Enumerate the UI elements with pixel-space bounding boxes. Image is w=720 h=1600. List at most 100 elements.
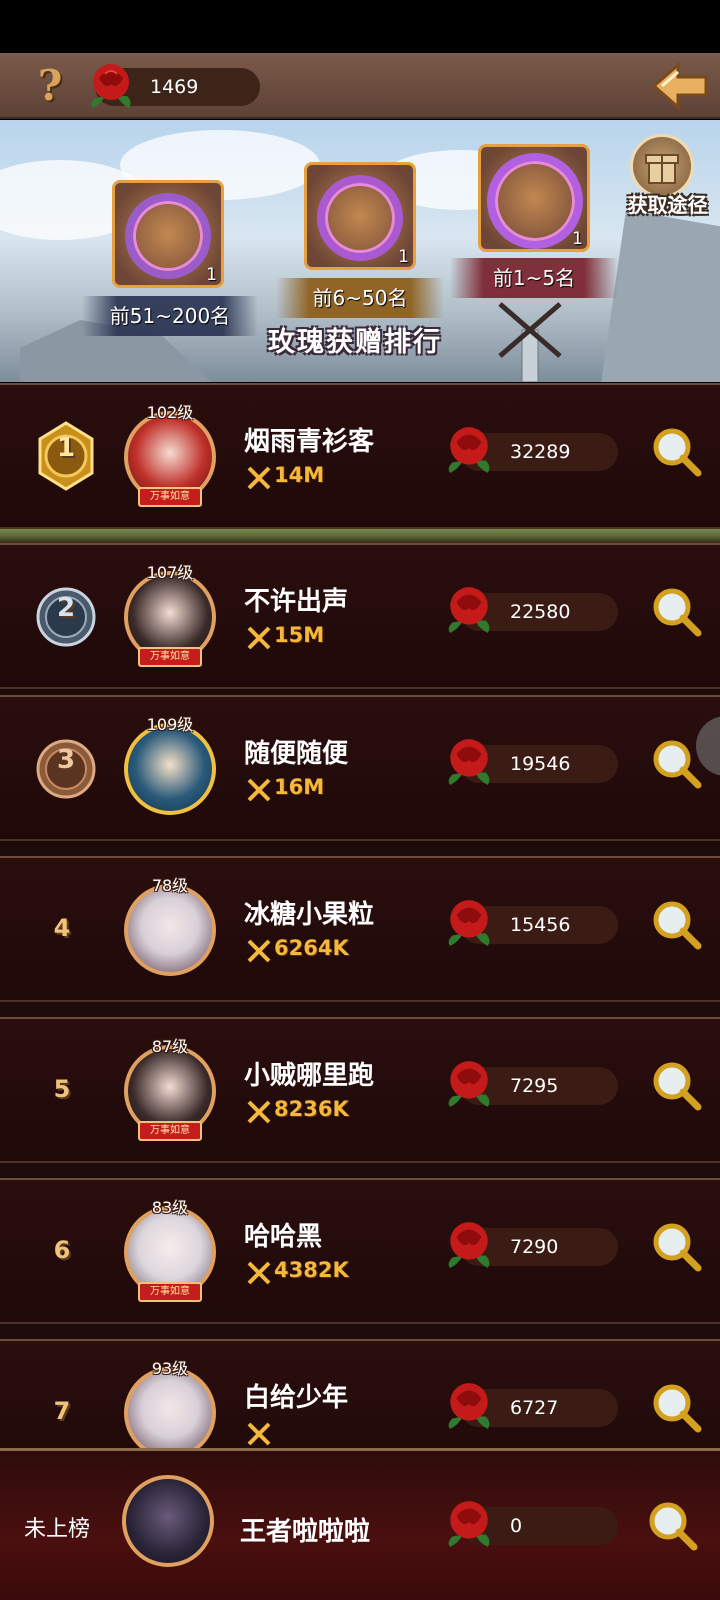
magnifier-icon[interactable] xyxy=(650,1383,702,1433)
rose-icon xyxy=(448,739,490,785)
rank-number: 3 xyxy=(56,745,76,775)
ranking-row: 7 93级 白给少年 6727 xyxy=(0,1339,720,1448)
rank-number: 7 xyxy=(53,1397,71,1425)
player-name: 小贼哪里跑 xyxy=(244,1061,375,1091)
rose-score: 32289 xyxy=(448,427,618,473)
rose-icon xyxy=(448,587,490,633)
obtain-method-label: 获取途径 xyxy=(627,193,708,217)
rank-label-6-50: 前6~50名 xyxy=(276,278,444,318)
rose-count: 1469 xyxy=(150,76,199,98)
rose-score-value: 0 xyxy=(510,1515,523,1537)
player-avatar[interactable]: 107级 万事如意 xyxy=(120,563,220,667)
avatar xyxy=(124,1367,216,1448)
rose-icon xyxy=(448,1222,490,1268)
avatar-tag: 万事如意 xyxy=(138,647,202,667)
magnifier-icon[interactable] xyxy=(650,587,702,637)
player-level: 78级 xyxy=(151,876,189,895)
reward-count: 1 xyxy=(206,265,217,285)
combat-power-value: 6264K xyxy=(274,936,349,960)
rose-score-value: 6727 xyxy=(510,1397,559,1419)
rose-score-value: 7295 xyxy=(510,1075,559,1097)
ranking-list[interactable]: 1 102级 万事如意 烟雨青衫客 14M 32289 2 107级 万事如意 … xyxy=(0,383,720,1448)
player-avatar[interactable]: 102级 万事如意 xyxy=(120,403,220,507)
player-name: 白给少年 xyxy=(244,1383,349,1413)
rank-label-51-200: 前51~200名 xyxy=(82,296,258,336)
banner-title: 玫瑰获赠排行 xyxy=(268,327,442,358)
crossed-swords-icon xyxy=(247,1261,271,1285)
magnifier-icon[interactable] xyxy=(650,1222,702,1272)
rose-icon xyxy=(448,1383,490,1429)
reward-count: 1 xyxy=(398,247,409,267)
rose-score-value: 22580 xyxy=(510,601,571,623)
avatar-tag: 万事如意 xyxy=(138,1121,202,1141)
magnifier-icon[interactable] xyxy=(650,900,702,950)
rose-score: 15456 xyxy=(448,900,618,946)
rose-score: 6727 xyxy=(448,1383,618,1429)
ranking-row: 6 83级 万事如意 哈哈黑 4382K 7290 xyxy=(0,1178,720,1324)
combat-power-value: 14M xyxy=(274,463,325,487)
avatar-tag: 万事如意 xyxy=(138,487,202,507)
combat-power-value: 16M xyxy=(274,775,325,799)
player-name: 不许出声 xyxy=(244,587,349,617)
magnifier-icon[interactable] xyxy=(650,739,702,789)
rose-score-value: 32289 xyxy=(510,441,571,463)
reward-frame-6-50[interactable]: 1 xyxy=(304,162,416,270)
magnifier-icon[interactable] xyxy=(650,427,702,477)
reward-count: 1 xyxy=(572,229,583,249)
reward-banner: 1 前51~200名 1 前6~50名 1 前1~5名 玫瑰获赠排行 获取途径 xyxy=(0,120,720,382)
rose-icon xyxy=(448,900,490,946)
player-level: 87级 xyxy=(151,1037,189,1056)
rank-label-1-5: 前1~5名 xyxy=(450,258,618,298)
rose-score-value: 7290 xyxy=(510,1236,559,1258)
rank-number: 2 xyxy=(56,593,76,623)
player-avatar[interactable]: 87级 万事如意 xyxy=(120,1037,220,1141)
player-avatar[interactable]: 93级 xyxy=(120,1359,220,1448)
rank-number: 6 xyxy=(53,1236,71,1264)
my-rank-bar: 未上榜 王者啦啦啦 0 xyxy=(0,1448,720,1600)
ranking-row: 4 78级 冰糖小果粒 6264K 15456 xyxy=(0,856,720,1002)
reward-frame-1-5[interactable]: 1 xyxy=(478,144,590,252)
help-icon[interactable]: ? xyxy=(30,63,70,109)
reward-frame-51-200[interactable]: 1 xyxy=(112,180,224,288)
avatar xyxy=(122,1475,214,1567)
windmill-icon xyxy=(498,302,562,382)
magnifier-icon[interactable] xyxy=(650,1061,702,1111)
avatar xyxy=(124,884,216,976)
player-avatar[interactable]: 78级 xyxy=(120,876,220,980)
player-name: 冰糖小果粒 xyxy=(244,900,375,930)
rose-score-value: 15456 xyxy=(510,914,571,936)
rose-icon xyxy=(448,1501,490,1547)
combat-power-value: 15M xyxy=(274,623,325,647)
player-name: 哈哈黑 xyxy=(244,1222,323,1252)
player-avatar[interactable]: 83级 万事如意 xyxy=(120,1198,220,1302)
ranking-row: 1 102级 万事如意 烟雨青衫客 14M 32289 xyxy=(0,383,720,529)
crossed-swords-icon xyxy=(247,1422,271,1446)
player-level: 102级 xyxy=(146,403,194,422)
crossed-swords-icon xyxy=(247,626,271,650)
player-level: 109级 xyxy=(146,715,194,734)
avatar-tag: 万事如意 xyxy=(138,1282,202,1302)
row-divider xyxy=(0,529,720,543)
player-avatar[interactable]: 109级 xyxy=(120,715,220,819)
crossed-swords-icon xyxy=(247,1100,271,1124)
top-bar: ? 1469 xyxy=(0,53,720,119)
rose-icon xyxy=(448,1061,490,1107)
rose-score: 7295 xyxy=(448,1061,618,1107)
rose-icon xyxy=(91,64,131,108)
my-player-name: 王者啦啦啦 xyxy=(240,1517,371,1547)
rank-number: 5 xyxy=(53,1075,71,1103)
crossed-swords-icon xyxy=(247,778,271,802)
ranking-row: 2 107级 万事如意 不许出声 15M 22580 xyxy=(0,543,720,689)
obtain-method-button[interactable]: 获取途径 xyxy=(620,134,715,224)
my-avatar[interactable] xyxy=(118,1471,218,1571)
rose-score: 7290 xyxy=(448,1222,618,1268)
combat-power-value: 4382K xyxy=(274,1258,349,1282)
magnifier-icon[interactable] xyxy=(646,1501,698,1551)
rose-score: 22580 xyxy=(448,587,618,633)
rank-number: 4 xyxy=(53,914,71,942)
my-rose-score: 0 xyxy=(448,1501,618,1547)
back-arrow-icon[interactable] xyxy=(648,61,710,111)
my-rank-status: 未上榜 xyxy=(24,1517,91,1542)
rose-counter: 1469 xyxy=(91,64,260,108)
ranking-row: 5 87级 万事如意 小贼哪里跑 8236K 7295 xyxy=(0,1017,720,1163)
